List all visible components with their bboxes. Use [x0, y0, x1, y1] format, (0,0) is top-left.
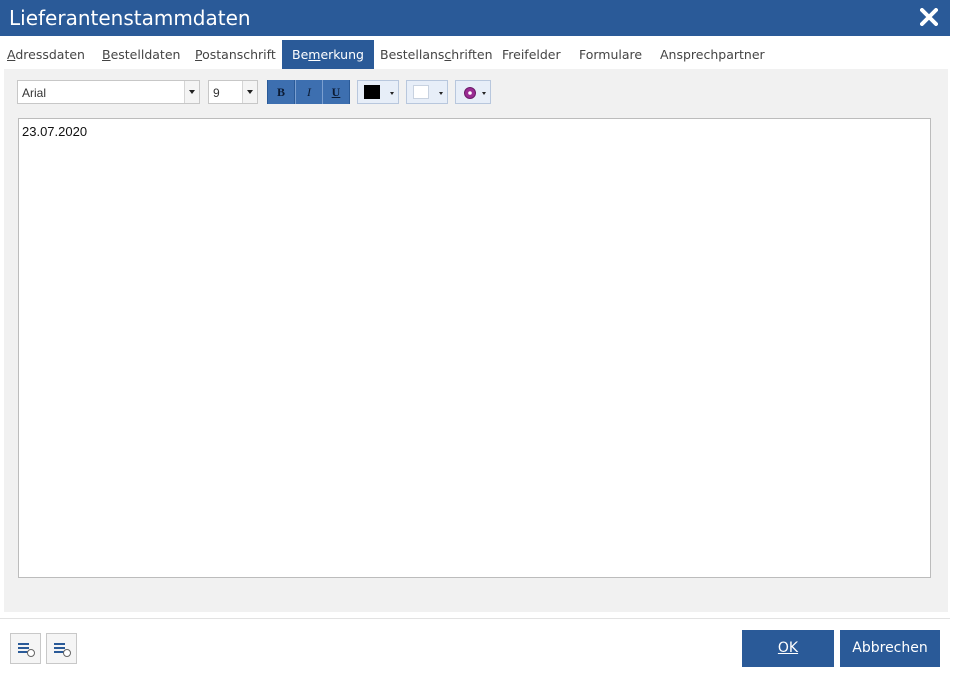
- dropdown-arrow-icon[interactable]: [184, 81, 199, 103]
- tab-label: Bemerkung: [292, 47, 364, 62]
- tab-label: Bestelldaten: [102, 47, 181, 62]
- color-wheel-button[interactable]: [455, 80, 491, 104]
- background-color-swatch: [413, 85, 429, 99]
- close-icon[interactable]: [916, 4, 942, 30]
- dropdown-arrow-icon: [390, 92, 394, 95]
- ok-button[interactable]: OK: [742, 630, 834, 667]
- dropdown-arrow-icon: [482, 92, 486, 95]
- tab-postanschrift[interactable]: Postanschrift: [195, 40, 276, 68]
- tab-ansprechpartner[interactable]: Ansprechpartner: [660, 40, 765, 68]
- tab-label: Ansprechpartner: [660, 47, 765, 62]
- underline-button[interactable]: U: [322, 80, 349, 104]
- remark-editor[interactable]: 23.07.2020: [18, 118, 931, 578]
- tab-freifelder[interactable]: Freifelder: [502, 40, 561, 68]
- dropdown-arrow-icon[interactable]: [242, 81, 257, 103]
- tab-bestelldaten[interactable]: Bestelldaten: [102, 40, 180, 68]
- format-button-group: B I U: [267, 80, 350, 104]
- title-bar: Lieferantenstammdaten: [0, 0, 950, 36]
- tab-label: Postanschrift: [195, 47, 276, 62]
- italic-button[interactable]: I: [295, 80, 322, 104]
- text-color-button[interactable]: [357, 80, 399, 104]
- font-family-select[interactable]: Arial: [17, 80, 200, 104]
- list-options-button[interactable]: [10, 633, 41, 664]
- tab-label: Adressdaten: [7, 47, 85, 62]
- list-settings-button[interactable]: [46, 633, 77, 664]
- font-size-select[interactable]: 9: [208, 80, 258, 104]
- font-family-value: Arial: [22, 86, 47, 100]
- tab-formulare[interactable]: Formulare: [579, 40, 642, 68]
- tab-bemerkung[interactable]: Bemerkung: [282, 40, 374, 69]
- ok-button-label: OK: [777, 640, 799, 656]
- window-title: Lieferantenstammdaten: [9, 6, 251, 30]
- cancel-button-label: Abbrechen: [852, 640, 928, 656]
- tab-label: Formulare: [579, 47, 643, 62]
- list-options-icon: [18, 643, 35, 657]
- tab-adressdaten[interactable]: Adressdaten: [7, 40, 85, 68]
- bold-button[interactable]: B: [268, 80, 294, 104]
- list-settings-icon: [54, 643, 71, 657]
- tab-bar: Adressdaten Bestelldaten Postanschrift B…: [0, 40, 950, 70]
- tab-bestellanschriften[interactable]: Bestellanschriften: [380, 40, 493, 68]
- text-color-swatch: [364, 85, 380, 99]
- close-icon-glyph: [920, 8, 938, 26]
- dropdown-arrow-icon: [439, 92, 443, 95]
- footer-divider: [0, 618, 950, 619]
- tab-label: Bestellanschriften: [380, 47, 493, 62]
- background-color-button[interactable]: [406, 80, 448, 104]
- color-wheel-icon: [464, 87, 476, 99]
- editor-content: 23.07.2020: [22, 124, 88, 139]
- tab-label: Freifelder: [502, 47, 561, 62]
- cancel-button[interactable]: Abbrechen: [840, 630, 940, 667]
- font-size-value: 9: [213, 86, 220, 100]
